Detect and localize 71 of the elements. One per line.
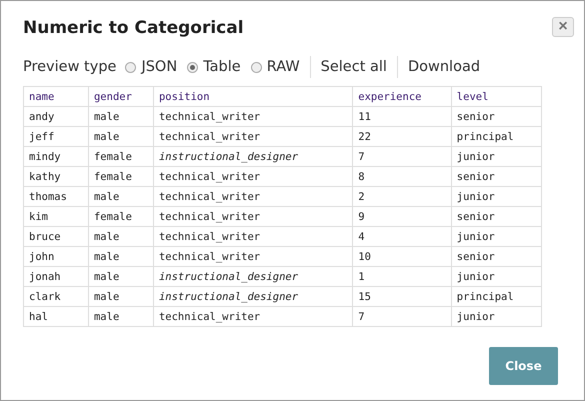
table-cell: technical_writer — [153, 106, 353, 126]
radio-label[interactable]: RAW — [266, 59, 300, 75]
table-cell: male — [88, 266, 154, 286]
table-cell: 1 — [352, 266, 452, 286]
radio-button[interactable] — [125, 62, 136, 72]
column-header: level — [451, 86, 542, 106]
table-cell: junior — [451, 186, 542, 206]
table-cell: junior — [451, 226, 542, 246]
table-cell: technical_writer — [153, 306, 353, 326]
table-cell: senior — [451, 206, 542, 226]
table-cell: mindy — [24, 146, 88, 166]
table-cell: kathy — [24, 166, 88, 186]
table-cell: male — [88, 226, 154, 246]
table-cell: male — [88, 286, 154, 306]
table-cell: 22 — [352, 126, 452, 146]
table-cell: 7 — [352, 306, 452, 326]
table-cell: technical_writer — [153, 206, 353, 226]
table-cell: senior — [451, 106, 542, 126]
table-cell: technical_writer — [153, 126, 353, 146]
radio-label[interactable]: Table — [203, 59, 241, 75]
table-cell: male — [88, 106, 154, 126]
table-cell: 15 — [352, 286, 452, 306]
table-cell: male — [88, 126, 154, 146]
table-cell: male — [88, 306, 154, 326]
table-cell: female — [88, 166, 154, 186]
table-cell: female — [88, 146, 154, 166]
table-cell: 7 — [352, 146, 452, 166]
dialog-title: Numeric to Categorical — [23, 18, 244, 38]
preview-type-label: Preview type — [23, 59, 116, 75]
table-cell: andy — [24, 106, 88, 126]
table-cell: instructional_designer — [153, 146, 353, 166]
table-cell: technical_writer — [153, 246, 353, 266]
table-cell: senior — [451, 166, 542, 186]
column-header: name — [24, 86, 88, 106]
table-cell: kim — [24, 206, 88, 226]
toolbar-link[interactable]: Download — [408, 59, 480, 75]
table-cell: john — [24, 246, 88, 266]
table-cell: jeff — [24, 126, 88, 146]
table-cell: hal — [24, 306, 88, 326]
table-cell: bruce — [24, 226, 88, 246]
table-cell: thomas — [24, 186, 88, 206]
table-cell: junior — [451, 306, 542, 326]
column-header: position — [153, 86, 353, 106]
table-cell: male — [88, 186, 154, 206]
radio-label[interactable]: JSON — [141, 59, 178, 75]
table-cell: 11 — [352, 106, 452, 126]
table-cell: senior — [451, 246, 542, 266]
column-header: gender — [88, 86, 154, 106]
close-button[interactable]: × — [552, 17, 574, 37]
table-cell: junior — [451, 146, 542, 166]
table-cell: 2 — [352, 186, 452, 206]
table-cell: principal — [451, 286, 542, 306]
table-cell: principal — [451, 126, 542, 146]
radio-button[interactable] — [187, 62, 198, 72]
table-cell: 10 — [352, 246, 452, 266]
table-cell: instructional_designer — [153, 286, 353, 306]
table-cell: technical_writer — [153, 166, 353, 186]
table-cell: 9 — [352, 206, 452, 226]
table-cell: technical_writer — [153, 186, 353, 206]
radio-button[interactable] — [250, 62, 262, 72]
table-cell: instructional_designer — [153, 266, 353, 286]
column-header: experience — [352, 86, 452, 106]
table-cell: technical_writer — [153, 226, 353, 246]
table-cell: junior — [451, 266, 542, 286]
table-cell: 4 — [352, 226, 452, 246]
toolbar-link[interactable]: Select all — [320, 59, 387, 75]
table-cell: male — [88, 246, 154, 266]
table-cell: 8 — [352, 166, 452, 186]
table-cell: jonah — [24, 266, 88, 286]
table-cell: female — [88, 206, 154, 226]
table-cell: clark — [24, 286, 88, 306]
